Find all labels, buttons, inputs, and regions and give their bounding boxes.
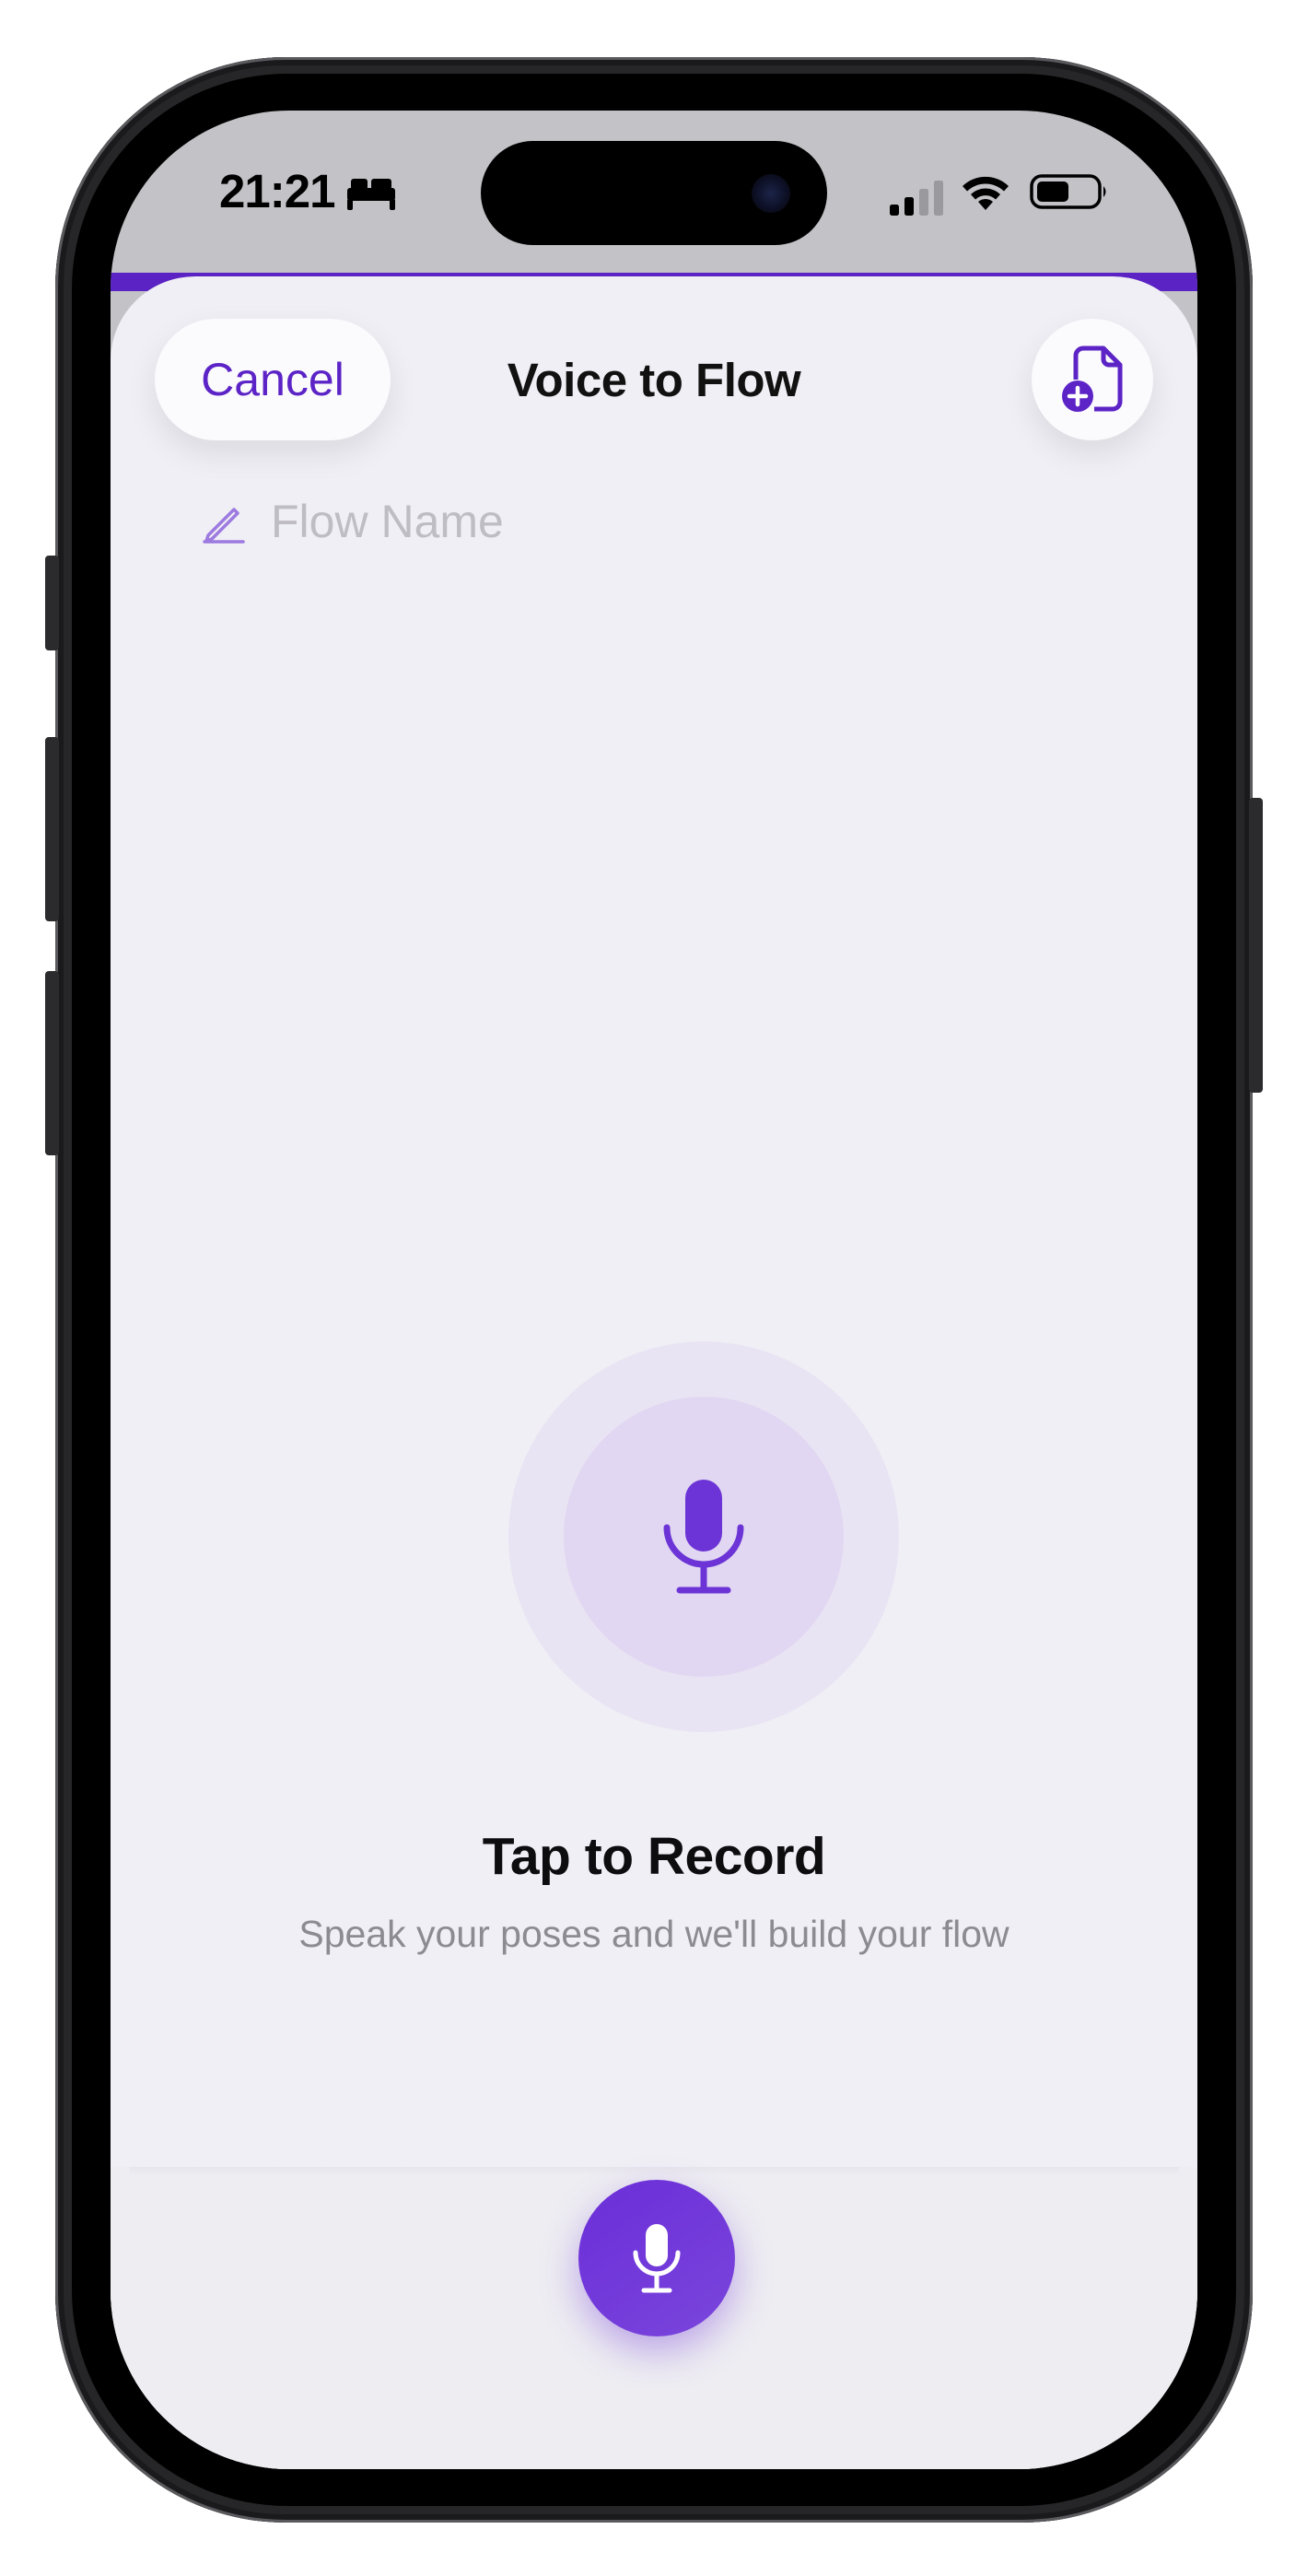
flow-name-input[interactable] — [271, 495, 823, 548]
voice-to-flow-sheet: Cancel Voice to Flow Flow Name Tap to Re… — [111, 276, 1197, 2469]
add-document-icon — [1062, 345, 1123, 412]
add-document-button[interactable] — [1032, 319, 1153, 440]
record-title: Tap to Record — [482, 1827, 826, 1886]
battery-icon — [1030, 174, 1106, 209]
bed-icon — [347, 179, 395, 210]
wifi-icon — [963, 176, 1009, 210]
mic-inner-circle[interactable] — [564, 1397, 844, 1677]
dynamic-island — [481, 141, 827, 245]
power-button — [1249, 798, 1263, 1093]
bottom-divider — [129, 2167, 1179, 2176]
microphone-icon — [663, 1480, 744, 1594]
action-button — [45, 556, 59, 650]
flow-name-field[interactable] — [201, 488, 823, 555]
record-mic-button[interactable] — [508, 1341, 899, 1732]
record-fab-button[interactable] — [578, 2180, 735, 2336]
volume-up-button — [45, 737, 59, 921]
cellular-signal-icon — [890, 181, 943, 216]
microphone-icon — [633, 2224, 681, 2293]
pencil-icon — [203, 508, 245, 544]
record-subtitle: Speak your poses and we'll build your fl… — [298, 1913, 1009, 1955]
screen: 21:21 Cancel Voice to Flow Flow Name Tap… — [111, 111, 1197, 2469]
status-time: 21:21 — [219, 165, 335, 217]
volume-down-button — [45, 971, 59, 1155]
front-camera — [752, 174, 790, 213]
